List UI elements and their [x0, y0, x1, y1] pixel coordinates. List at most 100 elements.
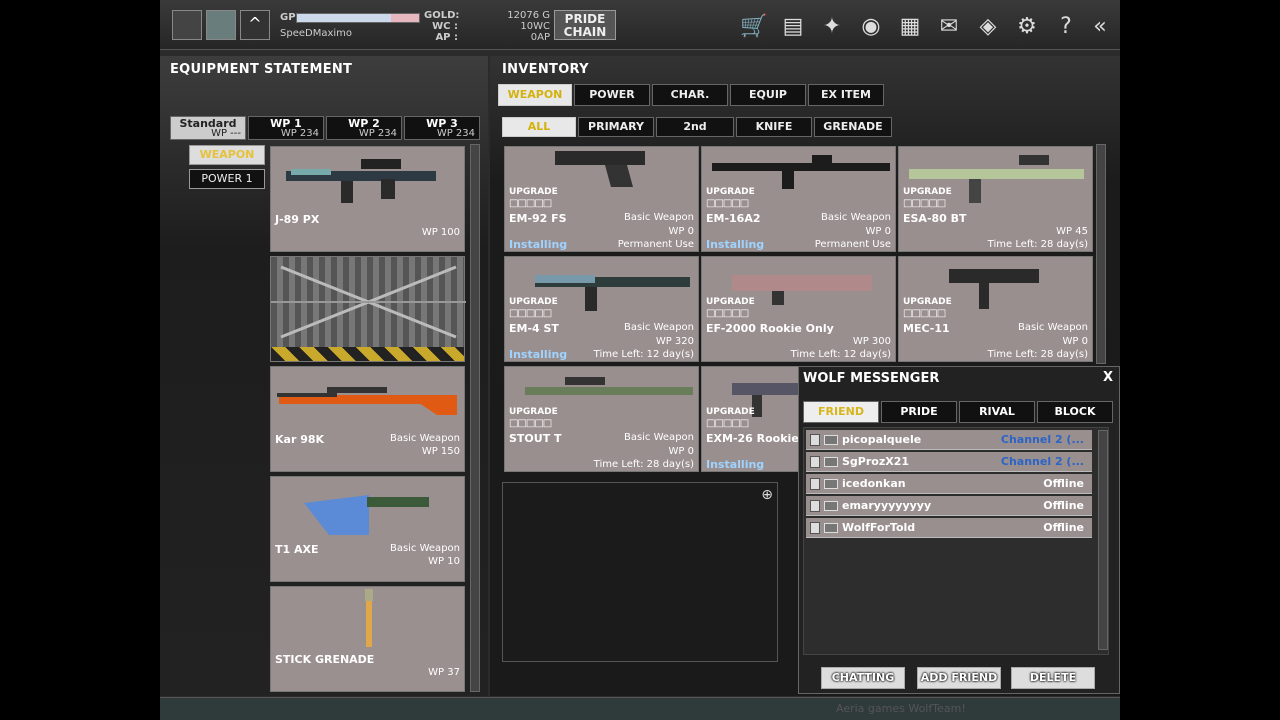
save-icon[interactable]: ▤	[779, 12, 807, 40]
pride-chain-label-2: CHAIN	[563, 25, 607, 39]
subtab-primary[interactable]: PRIMARY	[578, 117, 654, 137]
gp-label: GP	[280, 12, 296, 23]
tab-block[interactable]: BLOCK	[1037, 401, 1113, 423]
item-type: Basic Weapon	[1017, 322, 1088, 333]
wolf-icon[interactable]: ✦	[818, 12, 846, 40]
add-friend-button[interactable]: ADD FRIEND	[917, 667, 1001, 689]
tab-power[interactable]: POWER	[574, 84, 650, 106]
equipment-scrollbar[interactable]	[470, 144, 480, 692]
tab-wp2[interactable]: WP 2 WP 234	[326, 116, 402, 140]
item-wp: WP 0	[668, 226, 694, 237]
tab-pride[interactable]: PRIDE	[881, 401, 957, 423]
mail-icon[interactable]	[824, 479, 838, 489]
tab-wp2-wp: WP 234	[358, 128, 397, 139]
wc-value: 10WC	[520, 21, 550, 32]
upgrade-slots: □□□□□	[903, 308, 946, 319]
game-window: ^ GP SpeeDMaximo GOLD: WC : AP : 12076 G…	[160, 0, 1120, 720]
tab-char[interactable]: CHAR.	[652, 84, 728, 106]
inventory-item[interactable]: UPGRADE □□□□□ ESA-80 BT WP 45 Time Left:…	[898, 146, 1093, 252]
equip-card-grenade[interactable]: STICK GRENADE WP 37	[270, 586, 465, 692]
equipment-title: EQUIPMENT STATEMENT	[170, 62, 353, 77]
tab-friend[interactable]: FRIEND	[803, 401, 879, 423]
equip-card-locked	[270, 256, 466, 362]
friend-name: emaryyyyyyyy	[842, 499, 932, 512]
upgrade-slots: □□□□□	[509, 308, 552, 319]
upgrade-label: UPGRADE	[903, 187, 952, 197]
item-status: Installing	[509, 238, 568, 251]
mail-icon[interactable]	[824, 457, 838, 467]
item-wp: WP 45	[1056, 226, 1088, 237]
inventory-item[interactable]: UPGRADE □□□□□ EF-2000 Rookie Only WP 300…	[701, 256, 896, 362]
pride-chain-button[interactable]: PRIDE CHAIN	[554, 10, 616, 40]
inventory-item[interactable]: UPGRADE □□□□□ EM-16A2 Basic Weapon WP 0 …	[701, 146, 896, 252]
gift-icon[interactable]: ▦	[896, 12, 924, 40]
inventory-item[interactable]: UPGRADE □□□□□ EM-92 FS Basic Weapon WP 0…	[504, 146, 699, 252]
avatar-slot[interactable]	[172, 10, 202, 40]
friend-row[interactable]: WolfForTold Offline	[806, 518, 1092, 538]
equip-card-j89[interactable]: J-89 PX WP 100	[270, 146, 465, 252]
close-icon[interactable]: X	[1103, 370, 1113, 385]
equip-card-t1axe[interactable]: T1 AXE Basic Weapon WP 10	[270, 476, 465, 582]
rank-icon	[810, 478, 820, 490]
equip-card-name: STICK GRENADE	[275, 653, 375, 666]
mail-icon[interactable]	[824, 435, 838, 445]
tab-weapon[interactable]: WEAPON	[498, 84, 572, 106]
tab-wp1[interactable]: WP 1 WP 234	[248, 116, 324, 140]
friend-row[interactable]: emaryyyyyyyy Offline	[806, 496, 1092, 516]
friend-row[interactable]: picopalquele Channel 2 (...	[806, 430, 1092, 450]
upgrade-label: UPGRADE	[509, 407, 558, 417]
rank-icon	[810, 522, 820, 534]
inventory-item[interactable]: UPGRADE □□□□□ MEC-11 Basic Weapon WP 0 T…	[898, 256, 1093, 362]
item-duration: Time Left: 28 day(s)	[593, 459, 694, 470]
mail-icon[interactable]	[824, 523, 838, 533]
note-icon[interactable]: ◈	[974, 12, 1002, 40]
equip-card-type: Basic Weapon	[389, 543, 460, 554]
item-duration: Permanent Use	[617, 239, 694, 250]
gold-value: 12076 G	[507, 10, 550, 21]
cart-icon[interactable]: 🛒	[740, 12, 768, 40]
currency-values: 12076 G 10WC 0AP	[500, 10, 550, 43]
friend-row[interactable]: icedonkan Offline	[806, 474, 1092, 494]
subtab-2nd[interactable]: 2nd	[656, 117, 734, 137]
subtab-all[interactable]: ALL	[502, 117, 576, 137]
mail-icon[interactable]: ✉	[935, 12, 963, 40]
inventory-item[interactable]: UPGRADE □□□□□ STOUT T Basic Weapon WP 0 …	[504, 366, 699, 472]
tab-standard[interactable]: Standard WP ---	[170, 116, 246, 140]
axe-icon	[304, 495, 429, 535]
item-type: Basic Weapon	[623, 432, 694, 443]
tab-equip[interactable]: EQUIP	[730, 84, 806, 106]
smg-icon	[949, 269, 1039, 309]
tab-ex-item[interactable]: EX ITEM	[808, 84, 884, 106]
equip-card-name: Kar 98K	[275, 433, 325, 446]
equip-card-wp: WP 150	[421, 446, 460, 457]
weapon-slot-button[interactable]: WEAPON	[189, 145, 265, 165]
item-duration: Permanent Use	[814, 239, 891, 250]
wolf-messenger: WOLF MESSENGER X FRIEND PRIDE RIVAL BLOC…	[798, 366, 1120, 694]
item-wp: WP 0	[1062, 336, 1088, 347]
mail-icon[interactable]	[824, 501, 838, 511]
chatting-button[interactable]: CHATTING	[821, 667, 905, 689]
clan-emblem-icon[interactable]	[206, 10, 236, 40]
equip-card-type: Basic Weapon	[389, 433, 460, 444]
delete-button[interactable]: DELETE	[1011, 667, 1095, 689]
gear-icon[interactable]: ⚙	[1013, 12, 1041, 40]
equip-card-kar98k[interactable]: Kar 98K Basic Weapon WP 150	[270, 366, 465, 472]
item-name: EM-92 FS	[509, 212, 567, 225]
clan-icon[interactable]: ◉	[857, 12, 885, 40]
friend-row[interactable]: SgProzX21 Channel 2 (...	[806, 452, 1092, 472]
friend-list-scrollbar[interactable]	[1098, 430, 1108, 650]
tab-rival[interactable]: RIVAL	[959, 401, 1035, 423]
help-icon[interactable]: ?	[1052, 12, 1080, 40]
power-slot-button[interactable]: POWER 1	[189, 169, 265, 189]
inventory-item[interactable]: UPGRADE □□□□□ EM-4 ST Basic Weapon WP 32…	[504, 256, 699, 362]
inventory-title: INVENTORY	[502, 62, 589, 77]
tab-wp3[interactable]: WP 3 WP 234	[404, 116, 480, 140]
tab-wp3-wp: WP 234	[436, 128, 475, 139]
subtab-grenade[interactable]: GRENADE	[814, 117, 892, 137]
inventory-scrollbar[interactable]	[1096, 144, 1106, 364]
item-status: Installing	[706, 458, 765, 471]
zoom-icon[interactable]: ⊕	[761, 487, 773, 503]
friend-name: icedonkan	[842, 477, 906, 490]
subtab-knife[interactable]: KNIFE	[736, 117, 812, 137]
back-icon[interactable]: «	[1086, 12, 1114, 40]
